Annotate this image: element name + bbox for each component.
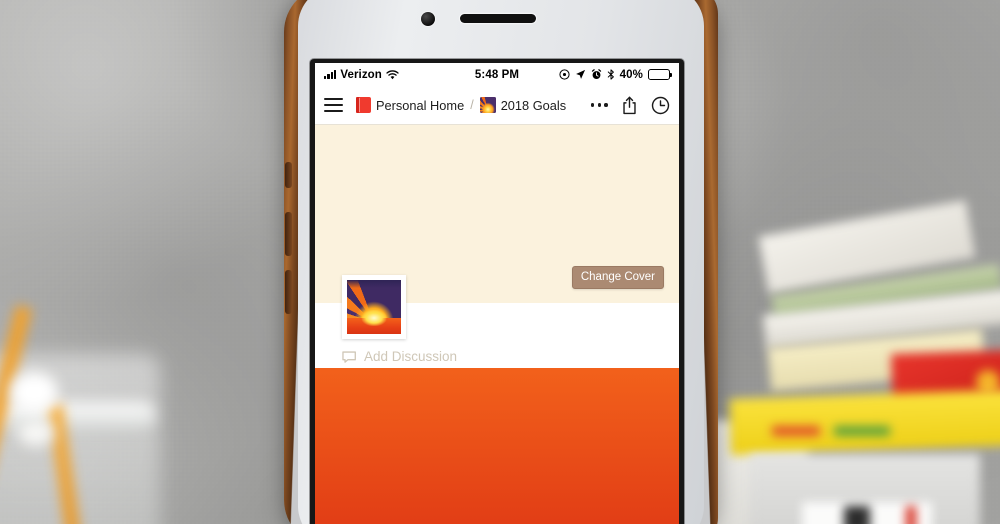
navigation-actions xyxy=(590,96,670,115)
battery-percent-label: 40% xyxy=(619,68,643,81)
background-book-detail xyxy=(772,426,820,436)
volume-up-button[interactable] xyxy=(285,212,292,256)
status-bar: Verizon 5:48 PM 40% xyxy=(315,63,679,86)
change-cover-button[interactable]: Change Cover xyxy=(571,266,664,289)
red-book-emoji-icon xyxy=(356,97,371,113)
bluetooth-icon xyxy=(607,69,614,80)
location-arrow-icon xyxy=(575,69,585,79)
breadcrumb: Personal Home / 2018 Goals xyxy=(356,97,566,113)
signal-bars-icon xyxy=(324,70,337,79)
do-not-disturb-icon xyxy=(559,69,570,80)
speech-bubble-icon xyxy=(342,350,356,363)
sun-glow xyxy=(361,310,387,327)
breadcrumb-separator: / xyxy=(470,98,474,112)
status-bar-right: 40% xyxy=(559,68,673,81)
alarm-clock-icon xyxy=(591,69,601,79)
page-icon-sunrise[interactable] xyxy=(342,275,406,339)
wifi-icon xyxy=(386,69,399,79)
sunrise-emoji-icon xyxy=(479,97,496,113)
earpiece-speaker xyxy=(460,14,536,23)
volume-down-button[interactable] xyxy=(285,270,292,314)
background-label-detail xyxy=(906,506,916,524)
battery-icon xyxy=(648,69,673,80)
carrier-label: Verizon xyxy=(340,68,382,81)
silent-switch[interactable] xyxy=(285,162,292,188)
front-camera-icon xyxy=(421,12,435,26)
breadcrumb-label: Personal Home xyxy=(376,97,465,113)
breadcrumb-item-personal-home[interactable]: Personal Home xyxy=(356,97,464,113)
share-icon[interactable] xyxy=(621,96,638,115)
breadcrumb-label: 2018 Goals xyxy=(500,97,567,113)
background-label-detail xyxy=(844,506,870,524)
history-clock-icon[interactable] xyxy=(651,96,670,115)
more-options-icon[interactable] xyxy=(590,103,608,107)
sunrise-emoji-icon xyxy=(347,280,401,334)
status-bar-left: Verizon xyxy=(324,69,399,81)
add-discussion-label: Add Discussion xyxy=(364,349,458,364)
background-book xyxy=(729,388,1000,456)
background-highlight xyxy=(18,420,54,446)
hamburger-menu-icon[interactable] xyxy=(324,98,343,112)
add-discussion-button[interactable]: Add Discussion xyxy=(342,349,653,364)
breadcrumb-item-2018-goals[interactable]: 2018 Goals xyxy=(479,97,567,113)
background-book-detail xyxy=(834,426,890,436)
navigation-bar: Personal Home / 2018 Goals xyxy=(315,86,679,125)
page-cover-image[interactable]: Change Cover xyxy=(315,125,679,339)
background-highlight xyxy=(10,372,58,412)
screenshot-scene: Verizon 5:48 PM 40% Personal Home / 2018… xyxy=(0,0,1000,524)
phone-screen: Verizon 5:48 PM 40% Personal Home / 2018… xyxy=(315,63,679,524)
